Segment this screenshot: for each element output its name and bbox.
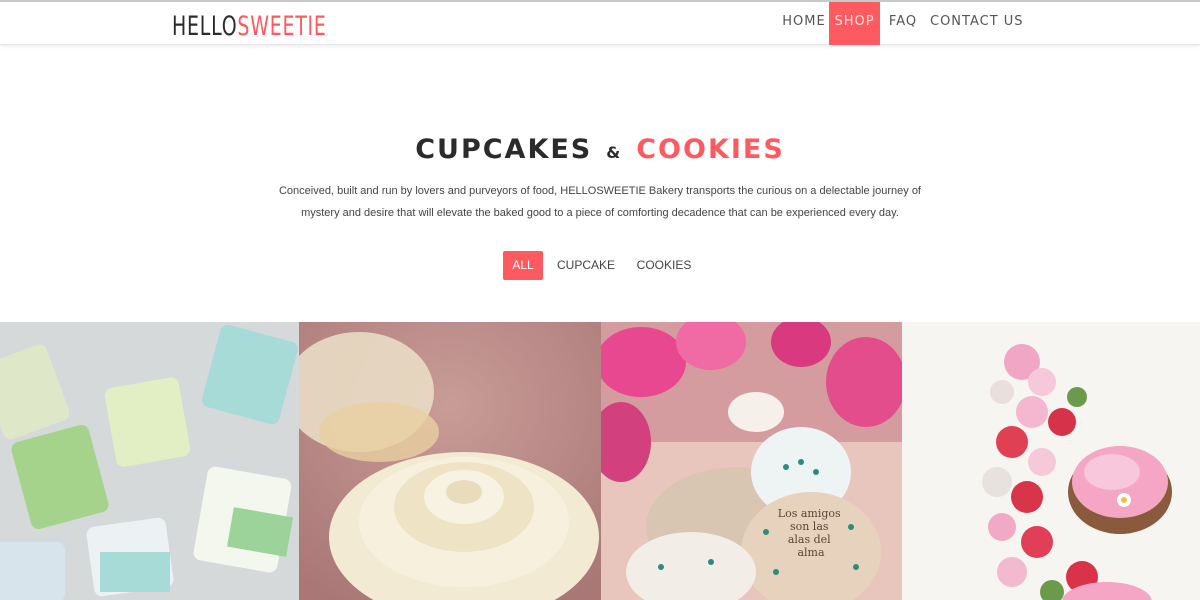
onesie-cookies-image bbox=[0, 322, 299, 600]
gallery-tile-flower-cookies[interactable]: Los amigos son las alas del alma bbox=[601, 322, 902, 600]
gallery-tile-rose-cupcake[interactable] bbox=[299, 322, 601, 600]
navbar: HELLOSWEETIE HOME SHOP FAQ CONTACT US bbox=[0, 2, 1200, 45]
nav-home[interactable]: HOME bbox=[780, 2, 828, 45]
gallery-tile-onesie-cookies[interactable] bbox=[0, 322, 299, 600]
nav-shop[interactable]: SHOP bbox=[829, 2, 880, 45]
nav-contact-us[interactable]: CONTACT US bbox=[930, 2, 1023, 45]
filter-cookies[interactable]: COOKIES bbox=[632, 251, 696, 280]
intro-paragraph: Conceived, built and run by lovers and p… bbox=[278, 185, 921, 219]
logo-part-hello: HELLO bbox=[172, 11, 238, 42]
logo-part-sweetie: SWEETIE bbox=[237, 11, 327, 42]
section-title: CUPCAKES & COOKIES bbox=[0, 128, 1200, 175]
site-logo[interactable]: HELLOSWEETIE bbox=[172, 10, 327, 44]
filter-all[interactable]: ALL bbox=[503, 251, 543, 280]
gallery-tile-strawberry-cupcakes[interactable] bbox=[902, 322, 1200, 600]
title-cupcakes: CUPCAKES bbox=[415, 134, 593, 165]
strawberry-cupcakes-image bbox=[902, 322, 1200, 600]
filter-bar: ALL CUPCAKE COOKIES bbox=[0, 251, 1200, 280]
nav-faq[interactable]: FAQ bbox=[883, 2, 923, 45]
rose-cupcake-image bbox=[299, 322, 601, 600]
title-ampersand: & bbox=[606, 143, 623, 162]
product-gallery: Los amigos son las alas del alma bbox=[0, 322, 1200, 600]
flower-cookies-image: Los amigos son las alas del alma bbox=[601, 322, 902, 600]
title-cookies: COOKIES bbox=[636, 134, 785, 165]
filter-cupcake[interactable]: CUPCAKE bbox=[552, 251, 620, 280]
